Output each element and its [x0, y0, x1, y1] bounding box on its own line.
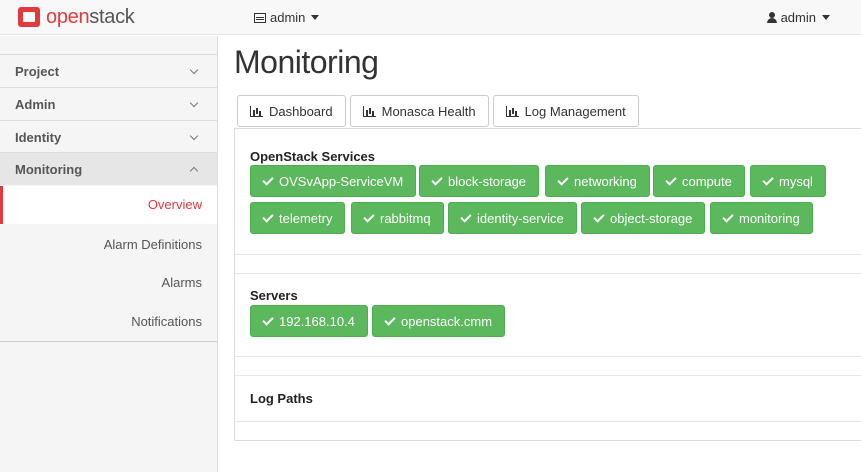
servers-title: Servers — [250, 288, 298, 303]
service-badge[interactable]: compute — [653, 165, 745, 197]
brand-name: openstack — [46, 5, 135, 28]
sidebar: Project Admin Identity Monitoring Overvi… — [0, 36, 218, 472]
dashboard-button[interactable]: Dashboard — [237, 95, 346, 127]
sidebar-section-monitoring[interactable]: Monitoring — [0, 152, 217, 185]
service-badge[interactable]: telemetry — [250, 202, 346, 234]
section-divider — [235, 356, 861, 357]
brand-logo-link[interactable]: openstack — [18, 5, 135, 28]
section-divider — [235, 254, 861, 255]
caret-down-icon — [311, 15, 320, 20]
openstack-logo-icon — [18, 7, 40, 27]
service-name: object-storage — [610, 210, 693, 226]
section-divider — [235, 273, 861, 274]
log-management-button[interactable]: Log Management — [492, 95, 639, 127]
project-icon — [254, 12, 266, 23]
check-icon — [262, 210, 274, 223]
service-badge[interactable]: object-storage — [581, 202, 706, 234]
service-badge[interactable]: rabbitmq — [351, 202, 444, 234]
dashboard-label: Dashboard — [269, 103, 333, 119]
check-icon — [262, 173, 274, 186]
service-name: networking — [574, 173, 637, 189]
service-name: telemetry — [279, 210, 333, 226]
service-badge[interactable]: networking — [545, 165, 650, 197]
server-name: openstack.cmm — [401, 313, 493, 329]
service-name: rabbitmq — [380, 210, 431, 226]
user-icon — [766, 12, 777, 23]
caret-down-icon — [822, 15, 830, 20]
chevron-down-icon — [189, 65, 199, 75]
sidebar-item-overview[interactable]: Overview — [0, 186, 217, 224]
service-name: identity-service — [477, 210, 564, 226]
user-dropdown[interactable]: admin — [766, 10, 830, 25]
service-name: mysql — [779, 173, 813, 189]
sidebar-section-admin[interactable]: Admin — [0, 87, 217, 120]
sidebar-section-label: Monitoring — [15, 161, 83, 177]
check-icon — [262, 313, 274, 326]
sidebar-section-identity[interactable]: Identity — [0, 120, 217, 153]
chevron-down-icon — [189, 98, 199, 108]
page-title: Monitoring — [234, 44, 379, 80]
log-management-label: Log Management — [524, 103, 626, 119]
top-navbar: openstack admin admin — [0, 0, 861, 35]
check-icon — [557, 173, 569, 186]
monitoring-tabs: Dashboard Monasca Health Log Management — [237, 95, 639, 127]
monasca-health-label: Monasca Health — [381, 103, 476, 119]
section-divider — [235, 421, 861, 422]
sidebar-section-project[interactable]: Project — [0, 54, 217, 87]
sidebar-section-label: Admin — [15, 96, 56, 112]
sidebar-divider — [0, 341, 217, 342]
sidebar-section-label: Project — [15, 63, 60, 79]
service-badge[interactable]: mysql — [750, 165, 826, 197]
section-divider — [235, 375, 861, 376]
service-badge[interactable]: OVSvApp-ServiceVM — [250, 165, 417, 197]
services-title: OpenStack Services — [250, 149, 376, 164]
service-badge[interactable]: block-storage — [419, 165, 540, 197]
log-paths-title: Log Paths — [250, 391, 313, 406]
check-icon — [665, 173, 677, 186]
check-icon — [593, 210, 605, 223]
chevron-up-icon — [189, 166, 199, 176]
sidebar-item-notifications[interactable]: Notifications — [0, 303, 217, 341]
monasca-health-button[interactable]: Monasca Health — [349, 95, 489, 127]
project-label: admin — [270, 10, 306, 25]
service-name: compute — [682, 173, 732, 189]
server-name: 192.168.10.4 — [279, 313, 355, 329]
bar-chart-icon — [505, 105, 519, 117]
service-name: monitoring — [739, 210, 800, 226]
bar-chart-icon — [362, 105, 376, 117]
check-icon — [722, 210, 734, 223]
server-badge[interactable]: openstack.cmm — [372, 305, 506, 337]
user-label: admin — [780, 10, 816, 25]
project-dropdown[interactable]: admin — [254, 10, 320, 25]
server-badge[interactable]: 192.168.10.4 — [250, 305, 368, 337]
sidebar-item-alarms[interactable]: Alarms — [0, 264, 217, 302]
service-name: block-storage — [448, 173, 527, 189]
check-icon — [384, 313, 396, 326]
chevron-down-icon — [189, 131, 199, 141]
check-icon — [431, 173, 443, 186]
service-badge[interactable]: identity-service — [448, 202, 577, 234]
bar-chart-icon — [250, 105, 263, 117]
check-icon — [762, 173, 774, 186]
sidebar-section-label: Identity — [15, 129, 62, 145]
sidebar-item-alarm-definitions[interactable]: Alarm Definitions — [0, 226, 217, 264]
check-icon — [460, 210, 472, 223]
service-name: OVSvApp-ServiceVM — [279, 173, 404, 189]
check-icon — [363, 210, 375, 223]
service-badge[interactable]: monitoring — [710, 202, 813, 234]
status-panel: OpenStack Services OVSvApp-ServiceVM blo… — [234, 128, 861, 441]
